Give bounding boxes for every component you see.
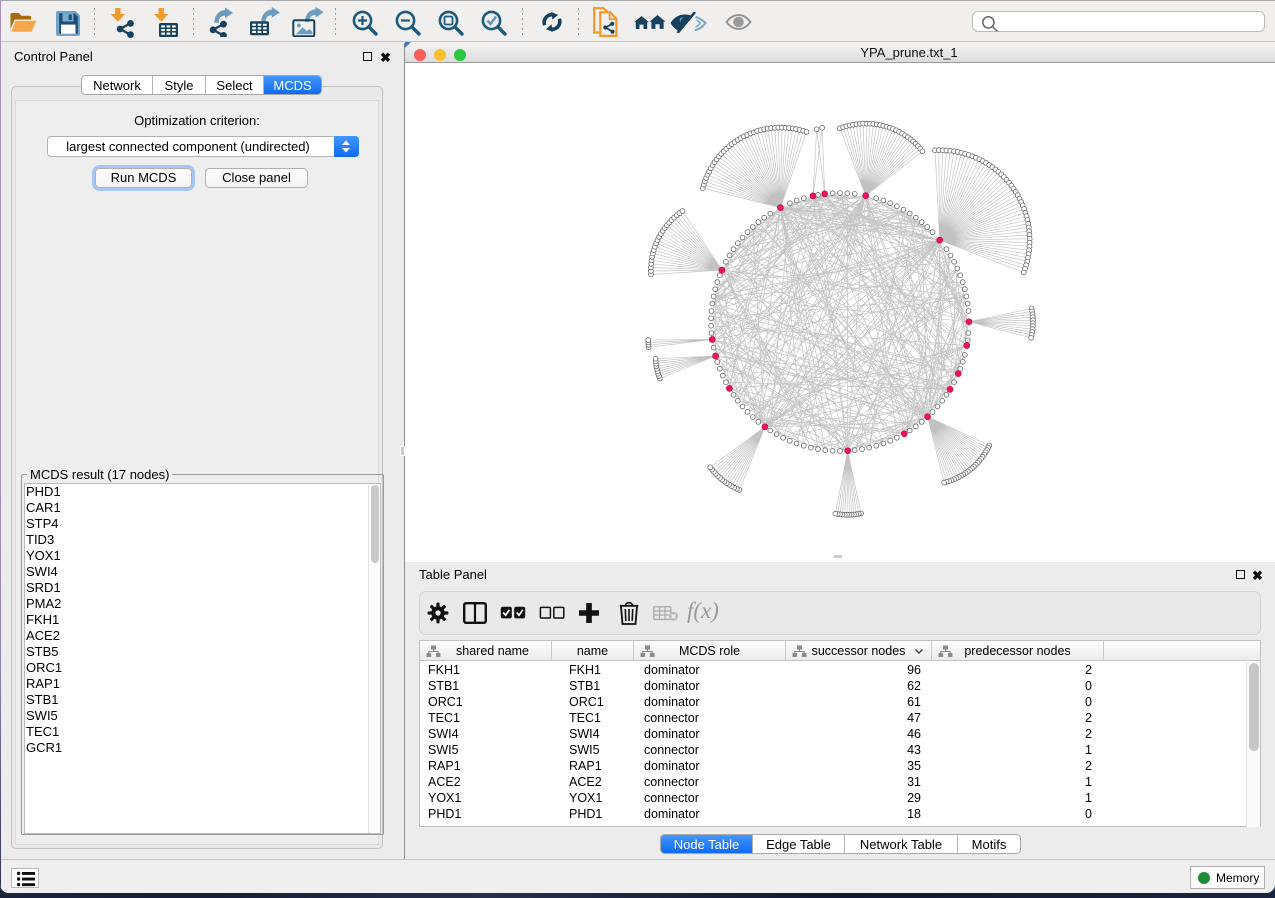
svg-text:f(x): f(x) (687, 598, 719, 623)
